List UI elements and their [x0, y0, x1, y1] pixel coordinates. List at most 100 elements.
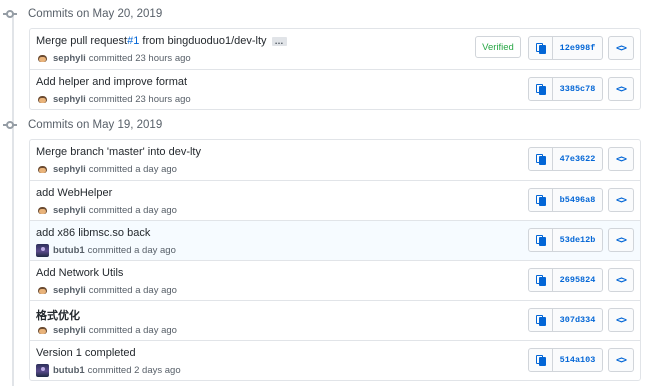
author-link[interactable]: sephyli [53, 164, 86, 175]
copy-sha-button[interactable] [529, 269, 553, 291]
sha-button-group: 53de12b [528, 228, 603, 252]
copy-sha-button[interactable] [529, 349, 553, 371]
browse-repo-button[interactable]: <> [608, 77, 634, 101]
avatar[interactable] [36, 284, 49, 297]
issue-link[interactable]: #1 [127, 35, 139, 47]
commit-list: Merge branch 'master' into dev-lty sephy… [29, 139, 641, 381]
copy-sha-button[interactable] [529, 148, 553, 170]
browse-repo-button[interactable]: <> [608, 348, 634, 372]
browse-repo-button[interactable]: <> [608, 36, 634, 60]
browse-repo-button[interactable]: <> [608, 308, 634, 332]
commit-time: committed a day ago [88, 285, 177, 296]
avatar[interactable] [36, 93, 49, 106]
browse-repo-button[interactable]: <> [608, 268, 634, 292]
commit-meta: sephyli committed 23 hours ago [36, 93, 191, 106]
commit-meta: sephyli committed a day ago [36, 324, 177, 337]
avatar[interactable] [36, 204, 49, 217]
commit-sha-link[interactable]: 12e998f [553, 37, 602, 59]
clipboard-icon [535, 194, 546, 206]
clipboard-icon [535, 314, 546, 326]
commit-sha-link[interactable]: b5496a8 [553, 189, 602, 211]
commit-message-text[interactable]: Merge pull request [36, 35, 127, 47]
avatar[interactable] [36, 163, 49, 176]
copy-sha-button[interactable] [529, 309, 553, 331]
copy-sha-button[interactable] [529, 37, 553, 59]
clipboard-icon [535, 42, 546, 54]
commit-time: committed a day ago [88, 164, 177, 175]
commit-row: add WebHelper sephyli committed a day ag… [30, 180, 640, 220]
sha-button-group: 47e3622 [528, 147, 603, 171]
commit-meta: butub1 committed a day ago [36, 244, 176, 257]
commit-time: committed a day ago [88, 205, 177, 216]
clipboard-icon [535, 354, 546, 366]
sha-button-group: 307d334 [528, 308, 603, 332]
verified-badge[interactable]: Verified [475, 36, 521, 58]
author-link[interactable]: butub1 [53, 365, 85, 376]
author-link[interactable]: sephyli [53, 285, 86, 296]
commit-sha-link[interactable]: 53de12b [553, 229, 602, 251]
browse-repo-button[interactable]: <> [608, 188, 634, 212]
commit-message[interactable]: Add Network Utils [36, 267, 123, 279]
commit-dot-icon [0, 115, 20, 135]
avatar[interactable] [36, 324, 49, 337]
commit-meta: sephyli committed a day ago [36, 284, 177, 297]
sha-button-group: 2695824 [528, 268, 603, 292]
browse-repo-button[interactable]: <> [608, 147, 634, 171]
author-link[interactable]: sephyli [53, 94, 86, 105]
avatar[interactable] [36, 244, 49, 257]
commit-sha-link[interactable]: 3385c78 [553, 78, 602, 100]
author-link[interactable]: sephyli [53, 205, 86, 216]
commit-row: Add helper and improve format sephyli co… [30, 69, 640, 109]
sha-button-group: b5496a8 [528, 188, 603, 212]
clipboard-icon [535, 274, 546, 286]
commit-group-title: Commits on May 19, 2019 [28, 119, 163, 131]
commit-meta: sephyli committed a day ago [36, 163, 177, 176]
commit-group-header: Commits on May 19, 2019 [0, 115, 162, 135]
commit-row: Add Network Utils sephyli committed a da… [30, 260, 640, 300]
author-link[interactable]: butub1 [53, 245, 85, 256]
copy-sha-button[interactable] [529, 78, 553, 100]
commit-sha-link[interactable]: 2695824 [553, 269, 602, 291]
commit-dot-icon [0, 4, 20, 24]
commit-list: Merge pull request #1 from bingduoduo1/d… [29, 28, 641, 110]
clipboard-icon [535, 153, 546, 165]
browse-repo-button[interactable]: <> [608, 228, 634, 252]
commit-message[interactable]: Version 1 completed [36, 347, 136, 359]
avatar[interactable] [36, 364, 49, 377]
avatar[interactable] [36, 52, 49, 65]
copy-sha-button[interactable] [529, 189, 553, 211]
author-link[interactable]: sephyli [53, 325, 86, 336]
commit-message[interactable]: add WebHelper [36, 187, 112, 199]
commit-message[interactable]: Add helper and improve format [36, 76, 187, 88]
commit-message[interactable]: Merge branch 'master' into dev-lty [36, 146, 201, 158]
expand-message-button[interactable]: … [271, 36, 287, 46]
commit-row: Version 1 completed butub1 committed 2 d… [30, 340, 640, 380]
author-link[interactable]: sephyli [53, 53, 86, 64]
commit-row: 格式优化 sephyli committed a day ago 307d334… [30, 300, 640, 340]
commit-row: Merge pull request #1 from bingduoduo1/d… [30, 29, 640, 69]
sha-button-group: 3385c78 [528, 77, 603, 101]
commit-row: Merge branch 'master' into dev-lty sephy… [30, 140, 640, 180]
commit-sha-link[interactable]: 514a103 [553, 349, 602, 371]
commit-time: committed 23 hours ago [88, 94, 191, 105]
commit-time: committed a day ago [87, 245, 176, 256]
commit-group-title: Commits on May 20, 2019 [28, 8, 163, 20]
commit-meta: butub1 committed 2 days ago [36, 364, 181, 377]
clipboard-icon [535, 83, 546, 95]
sha-button-group: 514a103 [528, 348, 603, 372]
commit-meta: sephyli committed 23 hours ago [36, 52, 191, 65]
commit-message[interactable]: add x86 libmsc.so back [36, 227, 150, 239]
commit-row: add x86 libmsc.so back butub1 committed … [30, 220, 640, 260]
commit-time: committed 23 hours ago [88, 53, 191, 64]
commit-group-header: Commits on May 20, 2019 [0, 4, 162, 24]
commit-message-text[interactable]: from bingduoduo1/dev-lty [139, 35, 266, 47]
clipboard-icon [535, 234, 546, 246]
sha-button-group: 12e998f [528, 36, 603, 60]
commit-message[interactable]: Merge pull request #1 from bingduoduo1/d… [36, 35, 287, 47]
commit-message[interactable]: 格式优化 [36, 307, 80, 323]
commit-sha-link[interactable]: 307d334 [553, 309, 602, 331]
commit-time: committed 2 days ago [87, 365, 181, 376]
timeline-line [12, 14, 14, 386]
commit-sha-link[interactable]: 47e3622 [553, 148, 602, 170]
copy-sha-button[interactable] [529, 229, 553, 251]
